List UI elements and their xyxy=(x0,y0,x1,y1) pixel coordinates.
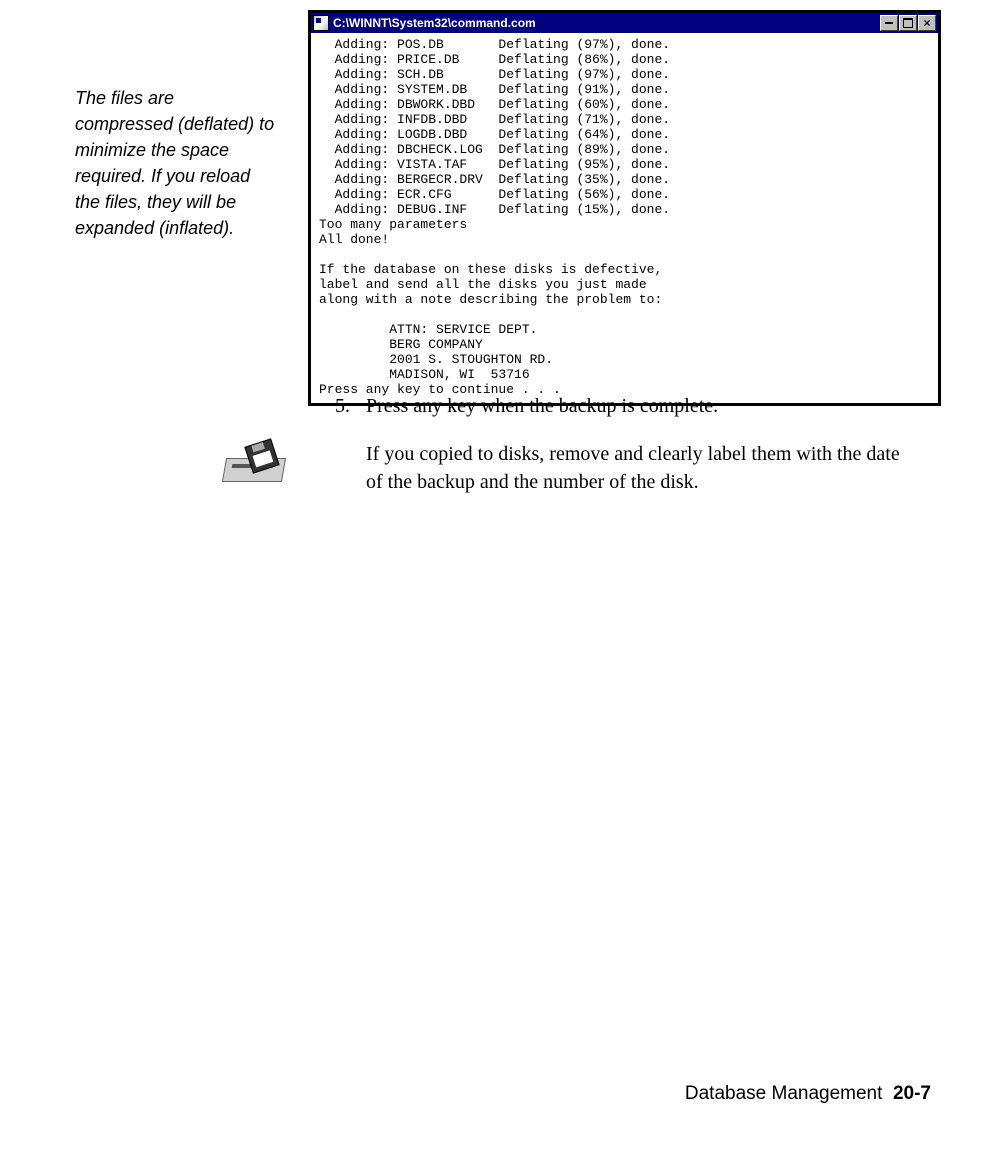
window-titlebar[interactable]: C:\WINNT\System32\command.com × xyxy=(311,13,938,33)
step-text: Press any key when the backup is complet… xyxy=(366,392,920,420)
command-prompt-icon xyxy=(313,15,329,31)
maximize-button[interactable] xyxy=(899,15,917,31)
floppy-drive-icon xyxy=(218,440,288,490)
footer-page-number: 20-7 xyxy=(893,1083,931,1104)
console-output: Adding: POS.DB Deflating (97%), done. Ad… xyxy=(311,33,938,403)
command-prompt-window: C:\WINNT\System32\command.com × Adding: … xyxy=(308,10,941,406)
close-button[interactable]: × xyxy=(918,15,936,31)
footer-section: Database Management xyxy=(685,1083,883,1104)
step-number: 5. xyxy=(330,392,350,420)
instruction-step: 5. Press any key when the backup is comp… xyxy=(330,392,920,496)
window-title: C:\WINNT\System32\command.com xyxy=(333,16,536,30)
margin-note: The files are compressed (deflated) to m… xyxy=(75,85,275,242)
page-footer: Database Management 20-7 xyxy=(685,1083,931,1105)
window-controls: × xyxy=(880,15,936,31)
step-subtext: If you copied to disks, remove and clear… xyxy=(366,440,920,496)
titlebar-left: C:\WINNT\System32\command.com xyxy=(313,15,536,31)
minimize-button[interactable] xyxy=(880,15,898,31)
